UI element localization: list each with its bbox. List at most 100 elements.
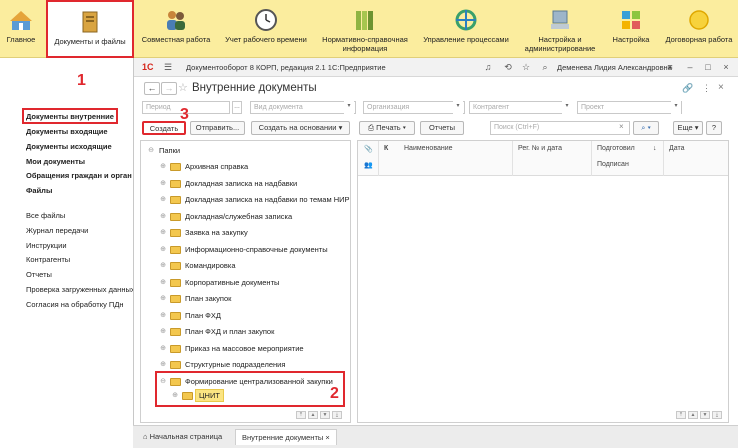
expand-icon[interactable]: ⊕ — [159, 163, 167, 171]
bell-icon[interactable]: ♫ — [482, 61, 494, 73]
nav-outgoing-docs[interactable]: Документы исходящие — [26, 142, 112, 151]
nav-all-files[interactable]: Все файлы — [26, 211, 65, 220]
nav-incoming-docs[interactable]: Документы входящие — [26, 127, 108, 136]
create-button[interactable]: Создать — [142, 121, 186, 135]
organization-field[interactable]: Организация — [363, 101, 465, 114]
nav-transfer-log[interactable]: Журнал передачи — [26, 226, 88, 235]
scroll-top-icon[interactable]: ⤒ — [676, 411, 686, 419]
section-main[interactable]: Главное — [0, 0, 42, 58]
scroll-up-icon[interactable]: ▲ — [688, 411, 698, 419]
expand-icon[interactable]: ⊕ — [159, 262, 167, 270]
scroll-top-icon[interactable]: ⤒ — [296, 411, 306, 419]
nav-instructions[interactable]: Инструкции — [26, 241, 67, 250]
section-contracts[interactable]: Договорная работа — [660, 0, 738, 58]
tab-home[interactable]: ⌂ Начальная страница — [137, 429, 228, 445]
section-collaboration[interactable]: Совместная работа — [140, 0, 212, 58]
back-button[interactable]: ← — [144, 82, 160, 95]
tree-folder[interactable]: ⊕ Докладная записка на надбавки — [141, 177, 346, 193]
clear-search-icon[interactable]: × — [619, 122, 624, 131]
scroll-down-icon[interactable]: ▼ — [700, 411, 710, 419]
scroll-bottom-icon[interactable]: ⤓ — [712, 411, 722, 419]
expand-icon[interactable]: ⊕ — [159, 246, 167, 254]
favorite-star-icon[interactable]: ☆ — [520, 61, 532, 73]
scroll-up-icon[interactable]: ▲ — [308, 411, 318, 419]
nav-counterparties[interactable]: Контрагенты — [26, 255, 70, 264]
column-name[interactable]: Наименование — [404, 145, 453, 180]
period-select-button[interactable]: … — [232, 101, 242, 114]
section-reference-info[interactable]: Нормативно-справочная информация — [318, 0, 412, 58]
doc-type-dropdown-icon[interactable]: ▾ — [344, 101, 354, 114]
link-icon[interactable]: 🔗 — [682, 83, 693, 94]
tree-folder[interactable]: ⊕ Информационно-справочные документы — [141, 243, 346, 259]
section-documents[interactable]: Документы и файлы — [46, 0, 134, 58]
search-button[interactable]: ⌕ ▾ — [633, 121, 659, 135]
column-k[interactable]: К — [384, 145, 388, 180]
minimize-icon[interactable]: – — [684, 61, 696, 73]
close-tab-icon[interactable]: × — [325, 433, 329, 442]
reports-button[interactable]: Отчеты — [420, 121, 464, 135]
project-dropdown-icon[interactable]: ▾ — [671, 101, 681, 114]
maximize-icon[interactable]: □ — [702, 61, 714, 73]
help-button[interactable]: ? — [706, 121, 722, 135]
expand-icon[interactable]: ⊕ — [159, 345, 167, 353]
favorite-star-icon[interactable]: ☆ — [178, 81, 188, 94]
forward-button[interactable]: → — [161, 82, 177, 95]
nav-files[interactable]: Файлы — [26, 186, 52, 195]
tree-folder[interactable]: ⊕ Докладная/служебная записка — [141, 210, 346, 226]
project-field[interactable]: Проект — [577, 101, 682, 114]
settings-menu-icon[interactable]: ≡ — [664, 61, 676, 73]
nav-check-loaded-data[interactable]: Проверка загруженных данных — [26, 285, 133, 294]
counterparty-field[interactable]: Контрагент — [469, 101, 571, 114]
section-time-tracking[interactable]: Учет рабочего времени — [220, 0, 312, 58]
more-button[interactable]: Еще ▾ — [673, 121, 703, 135]
close-icon[interactable]: × — [720, 61, 732, 73]
search-icon[interactable]: ⌕ — [539, 61, 551, 73]
nav-pd-consents[interactable]: Согласия на обработку ПДн — [26, 300, 124, 309]
section-process-management[interactable]: Управление процессами — [418, 0, 514, 58]
tree-folder[interactable]: ⊕ Заявка на закупку — [141, 226, 346, 242]
expand-icon[interactable]: ⊕ — [159, 196, 167, 204]
nav-my-docs[interactable]: Мои документы — [26, 157, 85, 166]
expand-icon[interactable]: ⊕ — [171, 392, 179, 400]
expand-icon[interactable]: ⊕ — [159, 295, 167, 303]
tree-folder[interactable]: ⊕ Корпоративные документы — [141, 276, 346, 292]
tree-folder[interactable]: ⊕ План ФХД — [141, 309, 346, 325]
search-input[interactable]: Поиск (Ctrl+F) — [490, 121, 630, 135]
expand-icon[interactable]: ⊕ — [159, 361, 167, 369]
column-date[interactable]: Дата — [669, 145, 685, 180]
column-signed[interactable]: Подписан — [597, 161, 629, 196]
section-settings[interactable]: Настройка — [604, 0, 658, 58]
send-button[interactable]: Отправить... — [190, 121, 245, 135]
tab-internal-docs[interactable]: Внутренние документы × — [235, 429, 337, 445]
tree-root[interactable]: ⊖ Папки — [141, 144, 341, 160]
tree-subfolder-cnit[interactable]: ⊕ ЦНИТ — [141, 389, 341, 405]
scroll-down-icon[interactable]: ▼ — [320, 411, 330, 419]
expand-icon[interactable]: ⊕ — [159, 328, 167, 336]
tree-folder[interactable]: ⊕ Архивная справка — [141, 160, 346, 176]
organization-dropdown-icon[interactable]: ▾ — [453, 101, 463, 114]
print-button[interactable]: ⎙ Печать ▾ — [359, 121, 415, 135]
expand-icon[interactable]: ⊕ — [159, 213, 167, 221]
expand-icon[interactable]: ⊕ — [159, 312, 167, 320]
current-user[interactable]: Деменева Лидия Александровна — [557, 63, 672, 72]
column-reg[interactable]: Рег. № и дата — [518, 145, 562, 180]
expand-icon[interactable]: ⊕ — [159, 229, 167, 237]
tree-folder[interactable]: ⊕ План ФХД и план закупок — [141, 325, 346, 341]
tree-folder[interactable]: ⊕ Докладная записка на надбавки по темам … — [141, 193, 350, 209]
menu-icon[interactable]: ☰ — [162, 61, 174, 73]
scroll-bottom-icon[interactable]: ⤓ — [332, 411, 342, 419]
tree-folder[interactable]: ⊕ Приказ на массовое мероприятие — [141, 342, 346, 358]
counterparty-dropdown-icon[interactable]: ▾ — [562, 101, 572, 114]
create-based-on-button[interactable]: Создать на основании ▾ — [251, 121, 350, 135]
expand-icon[interactable]: ⊕ — [159, 279, 167, 287]
tree-folder[interactable]: ⊕ План закупок — [141, 292, 346, 308]
doc-type-field[interactable]: Вид документа — [250, 101, 356, 114]
expand-icon[interactable]: ⊕ — [159, 180, 167, 188]
nav-citizen-requests[interactable]: Обращения граждан и орган — [26, 171, 133, 180]
history-icon[interactable]: ⟲ — [502, 61, 514, 73]
close-form-icon[interactable]: × — [718, 82, 724, 93]
section-admin[interactable]: Настройка и администрирование — [518, 0, 602, 58]
more-vertical-icon[interactable]: ⋮ — [702, 83, 711, 94]
collapse-icon[interactable]: ⊖ — [147, 147, 155, 155]
nav-reports[interactable]: Отчеты — [26, 270, 52, 279]
